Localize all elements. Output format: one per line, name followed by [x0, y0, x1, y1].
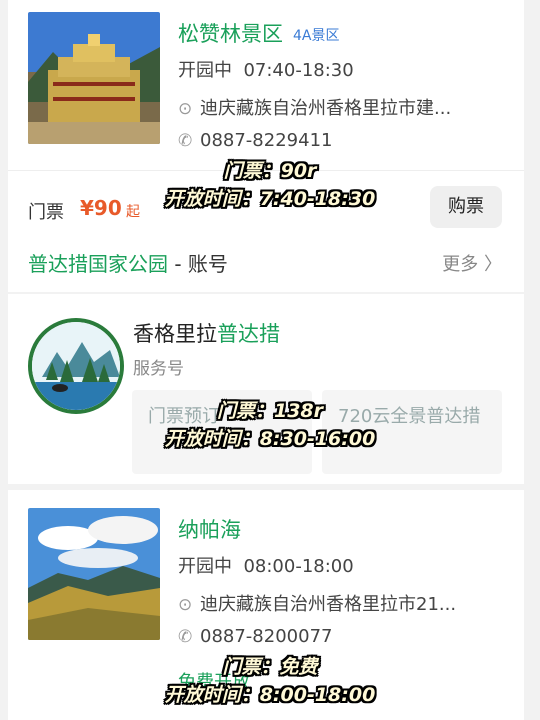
- account-label: - 账号: [168, 252, 228, 276]
- account-name-prefix: 香格里拉: [133, 322, 217, 346]
- phone-text: 0887-8229411: [200, 130, 333, 151]
- napahai-photo[interactable]: [28, 508, 160, 640]
- status-text: 开园中: [178, 60, 232, 81]
- phone-icon: ✆: [178, 627, 193, 647]
- phone-row[interactable]: ✆ 0887-8229411: [178, 130, 332, 151]
- address-text: 迪庆藏族自治州香格里拉市21...: [200, 594, 457, 615]
- address-row-napahai[interactable]: ⊙ 迪庆藏族自治州香格里拉市21...: [178, 590, 456, 616]
- account-section-header[interactable]: 普达措国家公园 - 账号 更多 〉: [8, 232, 524, 292]
- opening-status-napahai: 开园中 08:00-18:00: [178, 552, 354, 578]
- location-pin-icon: ⊙: [178, 99, 193, 119]
- account-park-name: 普达措国家公园: [28, 252, 168, 276]
- address-row[interactable]: ⊙ 迪庆藏族自治州香格里拉市建...: [178, 94, 451, 120]
- scenic-name-napahai[interactable]: 纳帕海: [178, 514, 241, 544]
- phone-icon: ✆: [178, 131, 193, 151]
- account-name-highlight: 普达措: [217, 322, 280, 346]
- caption-hours-2: 开放时间：8:30-16:00: [164, 428, 376, 450]
- hours-text: 08:00-18:00: [243, 556, 354, 577]
- caption-ticket: 门票：90r: [223, 160, 317, 182]
- account-type: 服务号: [133, 359, 184, 379]
- caption-hours: 开放时间：7:40-18:30: [164, 188, 376, 210]
- location-pin-icon: ⊙: [178, 595, 193, 615]
- account-section-title: 普达措国家公园 - 账号: [28, 248, 228, 277]
- address-text: 迪庆藏族自治州香格里拉市建...: [200, 98, 452, 119]
- caption-hours-3: 开放时间：8:00-18:00: [164, 684, 376, 706]
- phone-row-napahai[interactable]: ✆ 0887-8200077: [178, 626, 332, 647]
- status-text: 开园中: [178, 556, 232, 577]
- official-account-card[interactable]: 香格里拉普达措 服务号 门票预订 720云全景普达措: [8, 294, 524, 484]
- songzanlin-photo[interactable]: [28, 12, 160, 144]
- opening-status: 开园中 07:40-18:30: [178, 56, 354, 82]
- caption-ticket-2: 门票：138r: [216, 400, 324, 422]
- hours-text: 07:40-18:30: [243, 60, 354, 81]
- caption-ticket-3: 门票：免费: [222, 656, 318, 678]
- level-badge: 4A景区: [293, 28, 340, 44]
- scenic-name-text[interactable]: 松赞林景区: [178, 22, 283, 46]
- account-name[interactable]: 香格里拉普达措: [133, 318, 280, 348]
- phone-text: 0887-8200077: [200, 626, 333, 647]
- more-link[interactable]: 更多 〉: [442, 250, 502, 276]
- scenic-name[interactable]: 松赞林景区 4A景区: [178, 18, 339, 48]
